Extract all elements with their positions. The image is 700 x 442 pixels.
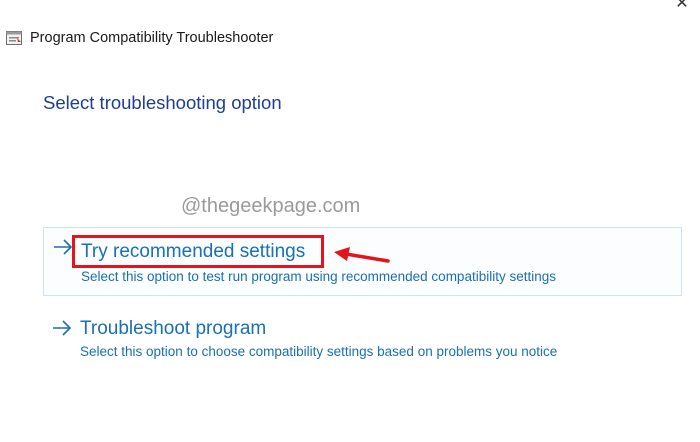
option-title[interactable]: Troubleshoot program [80,318,266,340]
try-recommended-settings-option[interactable]: Try recommended settings Select this opt… [43,227,682,296]
option-description: Select this option to test run program u… [81,269,556,284]
close-button[interactable]: ✕ [672,0,692,12]
arrow-right-icon [53,320,72,336]
option-title[interactable]: Try recommended settings [81,241,305,263]
arrow-right-icon [54,239,73,255]
compatibility-app-icon [6,31,22,45]
window-title: Program Compatibility Troubleshooter [30,30,274,46]
title-bar: Program Compatibility Troubleshooter [6,30,273,46]
troubleshoot-program-option[interactable]: Troubleshoot program Select this option … [43,312,682,368]
option-description: Select this option to choose compatibili… [80,344,558,359]
close-icon: ✕ [675,0,689,12]
watermark-text: @thegeekpage.com [181,195,361,217]
page-heading: Select troubleshooting option [43,92,282,113]
